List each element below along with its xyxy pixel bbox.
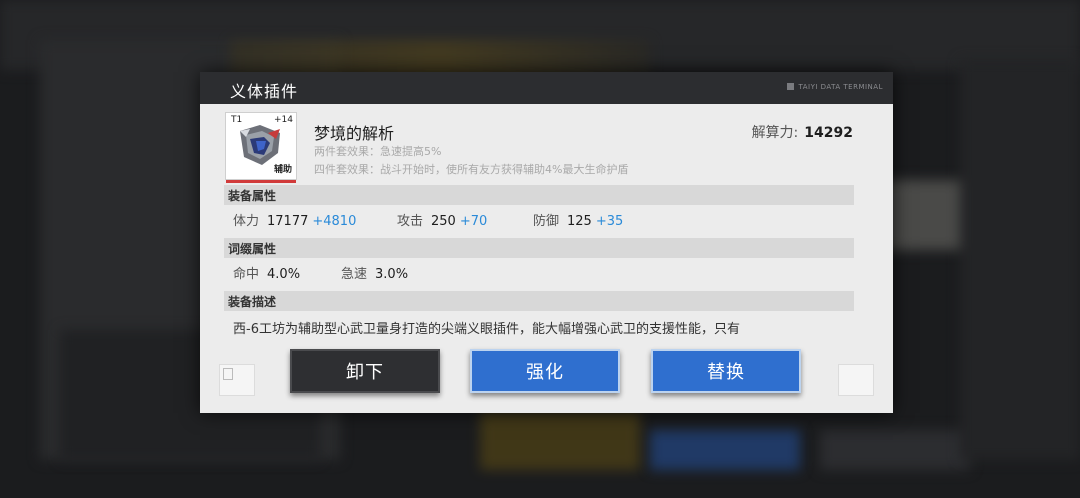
- affix-stats-row: 命中 4.0% 急速 3.0%: [233, 263, 408, 282]
- affix-stats-header: 词缀属性: [224, 238, 854, 258]
- stat-bonus: +35: [595, 214, 624, 229]
- terminal-mark: TAIYI DATA TERMINAL: [787, 83, 883, 91]
- set4-effect: 四件套效果：战斗开始时，使所有友方获得辅助4%最大生命护盾: [314, 163, 629, 176]
- stat-defense: 防御 125 +35: [533, 210, 623, 229]
- replace-button[interactable]: 替换: [651, 349, 801, 393]
- stat-label: 体力: [233, 214, 260, 229]
- stat-value: 3.0%: [375, 267, 409, 282]
- enhance-button[interactable]: 强化: [470, 349, 620, 393]
- equipment-stats-row: 体力 17177 +4810 攻击 250 +70 防御 125 +35: [233, 210, 623, 229]
- left-corner-card: [219, 364, 255, 396]
- stat-value: 250: [431, 214, 456, 229]
- dialog-header: 义体插件 TAIYI DATA TERMINAL: [200, 72, 893, 104]
- bg-dark-button: [820, 430, 970, 470]
- power-value: 14292: [804, 125, 853, 141]
- stat-attack: 攻击 250 +70: [397, 210, 487, 229]
- stat-bonus: +4810: [312, 214, 357, 229]
- item-icon-card[interactable]: T1 +14 辅助: [225, 112, 297, 183]
- terminal-logo-icon: [787, 83, 795, 90]
- stat-bonus: +70: [459, 214, 488, 229]
- rarity-bar: [226, 180, 296, 183]
- bg-blue-button: [650, 430, 800, 470]
- set2-effect: 两件套效果：急速提高5%: [314, 145, 442, 158]
- dialog-title: 义体插件: [230, 82, 299, 101]
- stat-value: 125: [567, 214, 592, 229]
- equipment-stats-title: 装备属性: [228, 189, 277, 203]
- stat-label: 急速: [341, 267, 368, 282]
- stat-hit: 命中 4.0%: [233, 267, 300, 282]
- right-corner-card: [838, 364, 874, 396]
- bg-right-panel: [960, 60, 1080, 460]
- stat-hp: 体力 17177 +4810: [233, 214, 356, 229]
- affix-stats-title: 词缀属性: [228, 242, 277, 256]
- item-name: 梦境的解析: [314, 124, 395, 143]
- description-title: 装备描述: [228, 295, 277, 309]
- description-text: 西-6工坊为辅助型心武卫量身打造的尖端义眼插件，能大幅增强心武卫的支援性能，只有: [233, 322, 740, 337]
- bg-gold-panel: [480, 410, 640, 470]
- plugin-detail-dialog: 义体插件 TAIYI DATA TERMINAL T1 +14 辅助 梦境的解析…: [200, 72, 893, 413]
- stat-haste: 急速 3.0%: [341, 263, 408, 282]
- stat-label: 攻击: [397, 214, 424, 229]
- unequip-button[interactable]: 卸下: [290, 349, 440, 393]
- item-role: 辅助: [273, 165, 292, 175]
- stat-value: 17177: [267, 214, 309, 229]
- power-readout: 解算力: 14292: [752, 122, 853, 142]
- power-label: 解算力:: [751, 125, 799, 141]
- stat-value: 4.0%: [267, 267, 301, 282]
- terminal-label: TAIYI DATA TERMINAL: [798, 83, 883, 91]
- description-header: 装备描述: [224, 291, 854, 311]
- equipment-stats-header: 装备属性: [224, 185, 854, 205]
- stat-label: 防御: [533, 214, 560, 229]
- stat-label: 命中: [233, 267, 260, 282]
